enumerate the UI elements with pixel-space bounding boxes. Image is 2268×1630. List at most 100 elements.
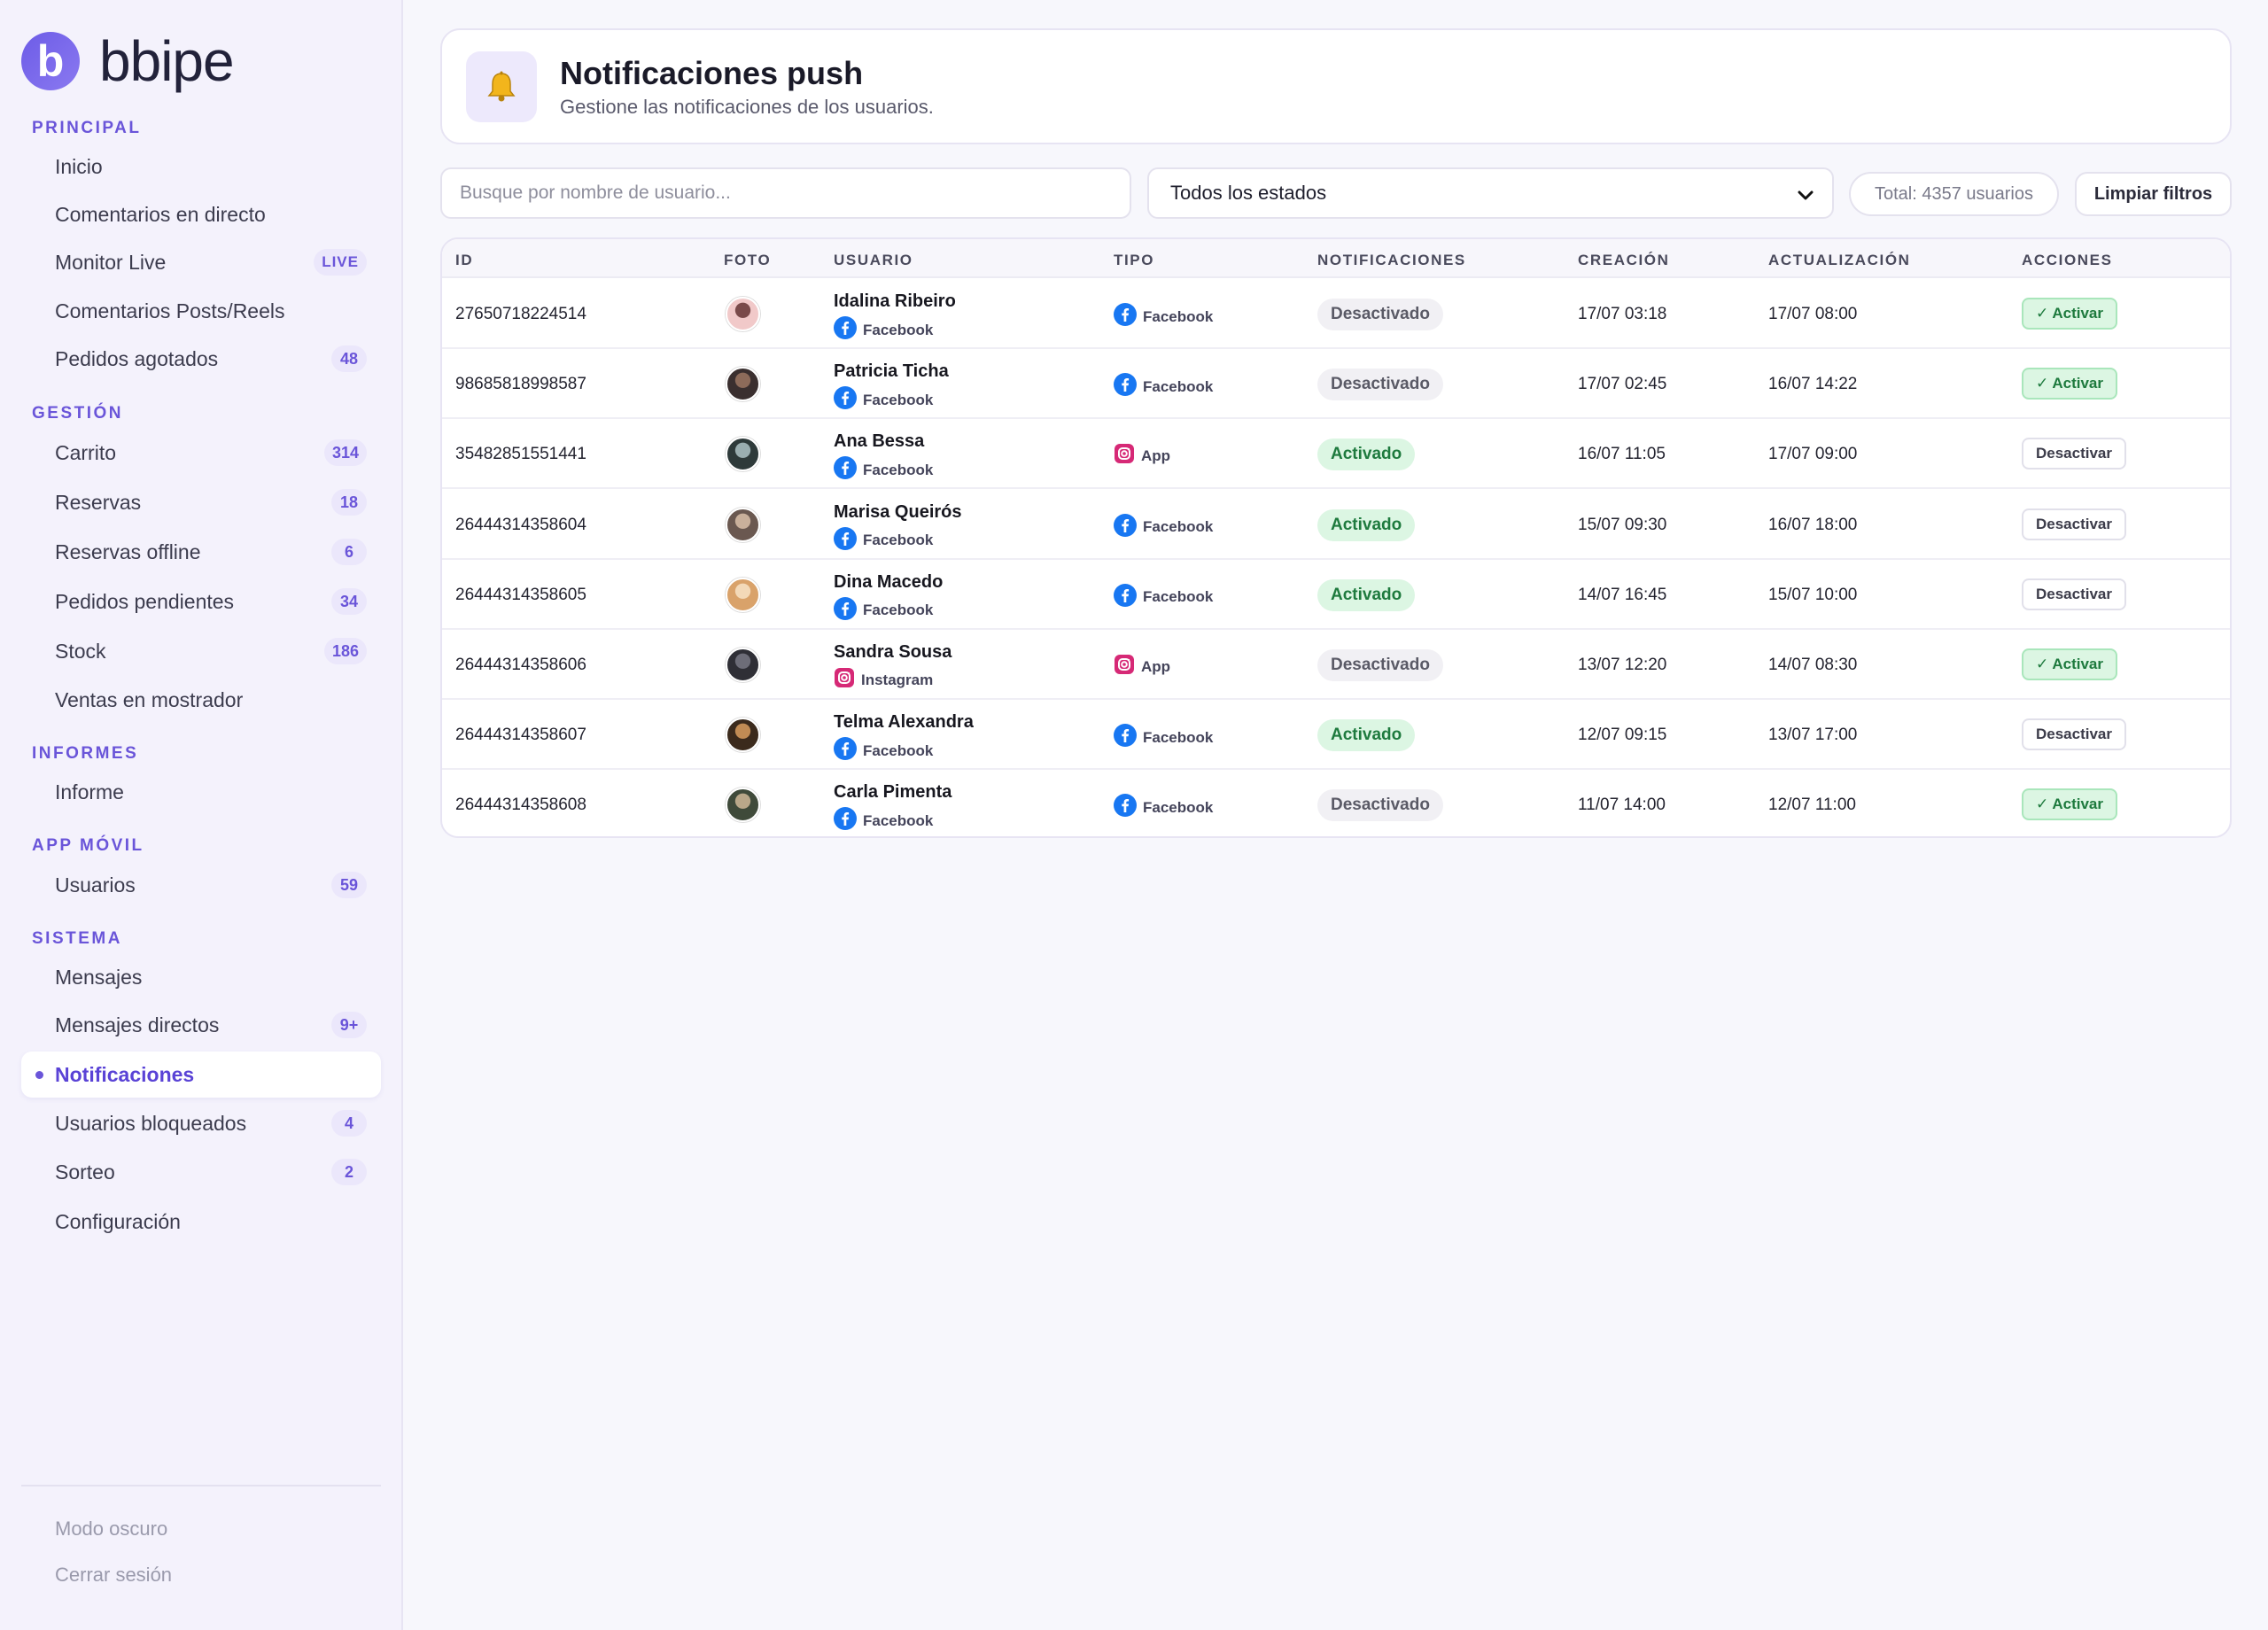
sidebar-item-label: Informe [55,780,124,803]
created-date: 16/07 11:05 [1578,445,1666,464]
user-type: Facebook [1114,373,1213,400]
sidebar-item-mensajes-directos[interactable]: Mensajes directos 9+ [21,1002,381,1048]
updated-date: 12/07 11:00 [1768,796,1856,815]
updated-date: 17/07 08:00 [1768,305,1858,323]
table-row: 27650718224514 Idalina Ribeiro Facebook Fac… [442,279,2230,349]
sidebar-item-mensajes[interactable]: Mensajes [21,954,381,1000]
facebook-icon [1114,513,1137,541]
created-date: 11/07 14:00 [1578,796,1666,815]
sidebar-item-configuracion[interactable]: Configuración [21,1199,381,1245]
activate-button[interactable]: ✓ Activar [2022,368,2117,400]
user-type: App [1114,654,1170,679]
bell-icon [487,71,516,102]
user-type: Facebook [1114,583,1214,611]
status-badge: Desactivado [1317,299,1443,330]
users-table: ID FOTO USUARIO TIPO NOTIFICACIONES CREA… [440,237,2232,838]
user-source: Facebook [834,596,934,625]
sidebar-item-label: Notificaciones [55,1062,195,1086]
count-badge: 6 [331,539,367,565]
user-source-label: Facebook [863,321,934,338]
deactivate-button[interactable]: Desactivar [2022,508,2127,540]
user-type: Facebook [1114,513,1213,541]
avatar [726,648,760,682]
logo-text: bbipe [99,29,235,93]
sidebar-item-reservas[interactable]: Reservas 18 [21,479,381,525]
facebook-icon [834,386,857,414]
activate-button[interactable]: ✓ Activar [2022,298,2117,330]
avatar [726,367,760,402]
sidebar-item-notificaciones[interactable]: Notificaciones [21,1052,381,1098]
user-type: Facebook [1114,794,1213,821]
updated-date: 13/07 17:00 [1768,726,1858,745]
sidebar-item-label: Inicio [55,154,103,178]
instagram-icon [834,667,855,693]
sidebar-item-usuarios-bloqueados[interactable]: Usuarios bloqueados 4 [21,1100,381,1146]
avatar [726,507,760,542]
sidebar-item-monitor-live[interactable]: Monitor Live LIVE [21,239,381,285]
column-header-tipo: TIPO [1114,252,1155,268]
sidebar-item-stock[interactable]: Stock 186 [21,628,381,674]
user-type-label: App [1141,657,1171,675]
avatar [726,577,760,612]
user-id: 26444314358608 [455,796,586,815]
user-source: Facebook [834,456,933,484]
count-badge: 4 [331,1110,367,1137]
sidebar-item-label: Usuarios bloqueados [55,1111,247,1135]
user-type: Facebook [1114,724,1213,751]
sidebar-item-reservas-offline[interactable]: Reservas offline 6 [21,529,381,575]
instagram-icon [1114,654,1135,679]
logo[interactable]: b bbipe [21,29,235,93]
search-input[interactable] [440,167,1131,219]
created-date: 17/07 02:45 [1578,375,1667,394]
deactivate-button[interactable]: Desactivar [2022,718,2127,751]
page-header: Notificaciones push Gestione las notific… [440,28,2232,144]
status-select[interactable]: Todos los estados [1147,167,1834,219]
sidebar-item-label: Configuración [55,1209,181,1233]
sidebar-item-comentarios-posts[interactable]: Comentarios Posts/Reels [21,288,381,334]
status-badge: Desactivado [1317,649,1443,681]
page-subtitle: Gestione las notificaciones de los usuar… [560,96,934,118]
user-type-label: Facebook [1143,588,1214,606]
user-name: Telma Alexandra [834,712,974,733]
column-header-usuario: USUARIO [834,252,913,268]
column-header-actualizacion: ACTUALIZACIÓN [1768,252,1911,268]
user-id: 98685818998587 [455,375,586,394]
sidebar-item-informe[interactable]: Informe [21,769,381,815]
count-badge: 34 [331,588,367,615]
status-select-value: Todos los estados [1170,182,1327,204]
deactivate-button[interactable]: Desactivar [2022,578,2127,610]
user-source: Facebook [834,737,933,765]
sidebar-item-comentarios-directo[interactable]: Comentarios en directo [21,191,381,237]
count-badge: 2 [331,1159,367,1185]
sidebar-item-label: Pedidos agotados [55,346,219,370]
section-title-informes: INFORMES [32,744,139,763]
created-date: 17/07 03:18 [1578,305,1667,323]
sidebar-item-pedidos-pendientes[interactable]: Pedidos pendientes 34 [21,578,381,625]
user-source-label: Facebook [863,602,934,619]
sidebar-item-usuarios[interactable]: Usuarios 59 [21,862,381,908]
page-title: Notificaciones push [560,55,864,91]
facebook-icon [834,526,857,555]
user-type: Facebook [1114,303,1213,330]
sidebar-item-label: Ventas en mostrador [55,687,244,711]
count-badge: 48 [331,345,367,372]
sidebar-item-ventas-mostrador[interactable]: Ventas en mostrador [21,677,381,723]
deactivate-button[interactable]: Desactivar [2022,438,2127,470]
sidebar-item-carrito[interactable]: Carrito 314 [21,430,381,476]
logout-link[interactable]: Cerrar sesión [55,1564,172,1587]
table-row: 26444314358606 Sandra Sousa Instagram App De… [442,630,2230,700]
sidebar-item-sorteo[interactable]: Sorteo 2 [21,1149,381,1195]
user-source-label: Facebook [863,811,934,829]
clear-filters-button[interactable]: Limpiar filtros [2075,172,2232,216]
sidebar-item-inicio[interactable]: Inicio [21,144,381,190]
user-source-label: Facebook [863,391,934,408]
active-dot [35,1071,43,1079]
activate-button[interactable]: ✓ Activar [2022,788,2117,821]
dark-mode-toggle[interactable]: Modo oscuro [55,1517,167,1541]
activate-button[interactable]: ✓ Activar [2022,648,2117,680]
user-name: Patricia Ticha [834,361,949,382]
sidebar-item-label: Monitor Live [55,250,167,274]
sidebar-item-label: Mensajes [55,965,143,989]
sidebar-item-pedidos-agotados[interactable]: Pedidos agotados 48 [21,336,381,382]
user-source-label: Facebook [863,741,934,759]
